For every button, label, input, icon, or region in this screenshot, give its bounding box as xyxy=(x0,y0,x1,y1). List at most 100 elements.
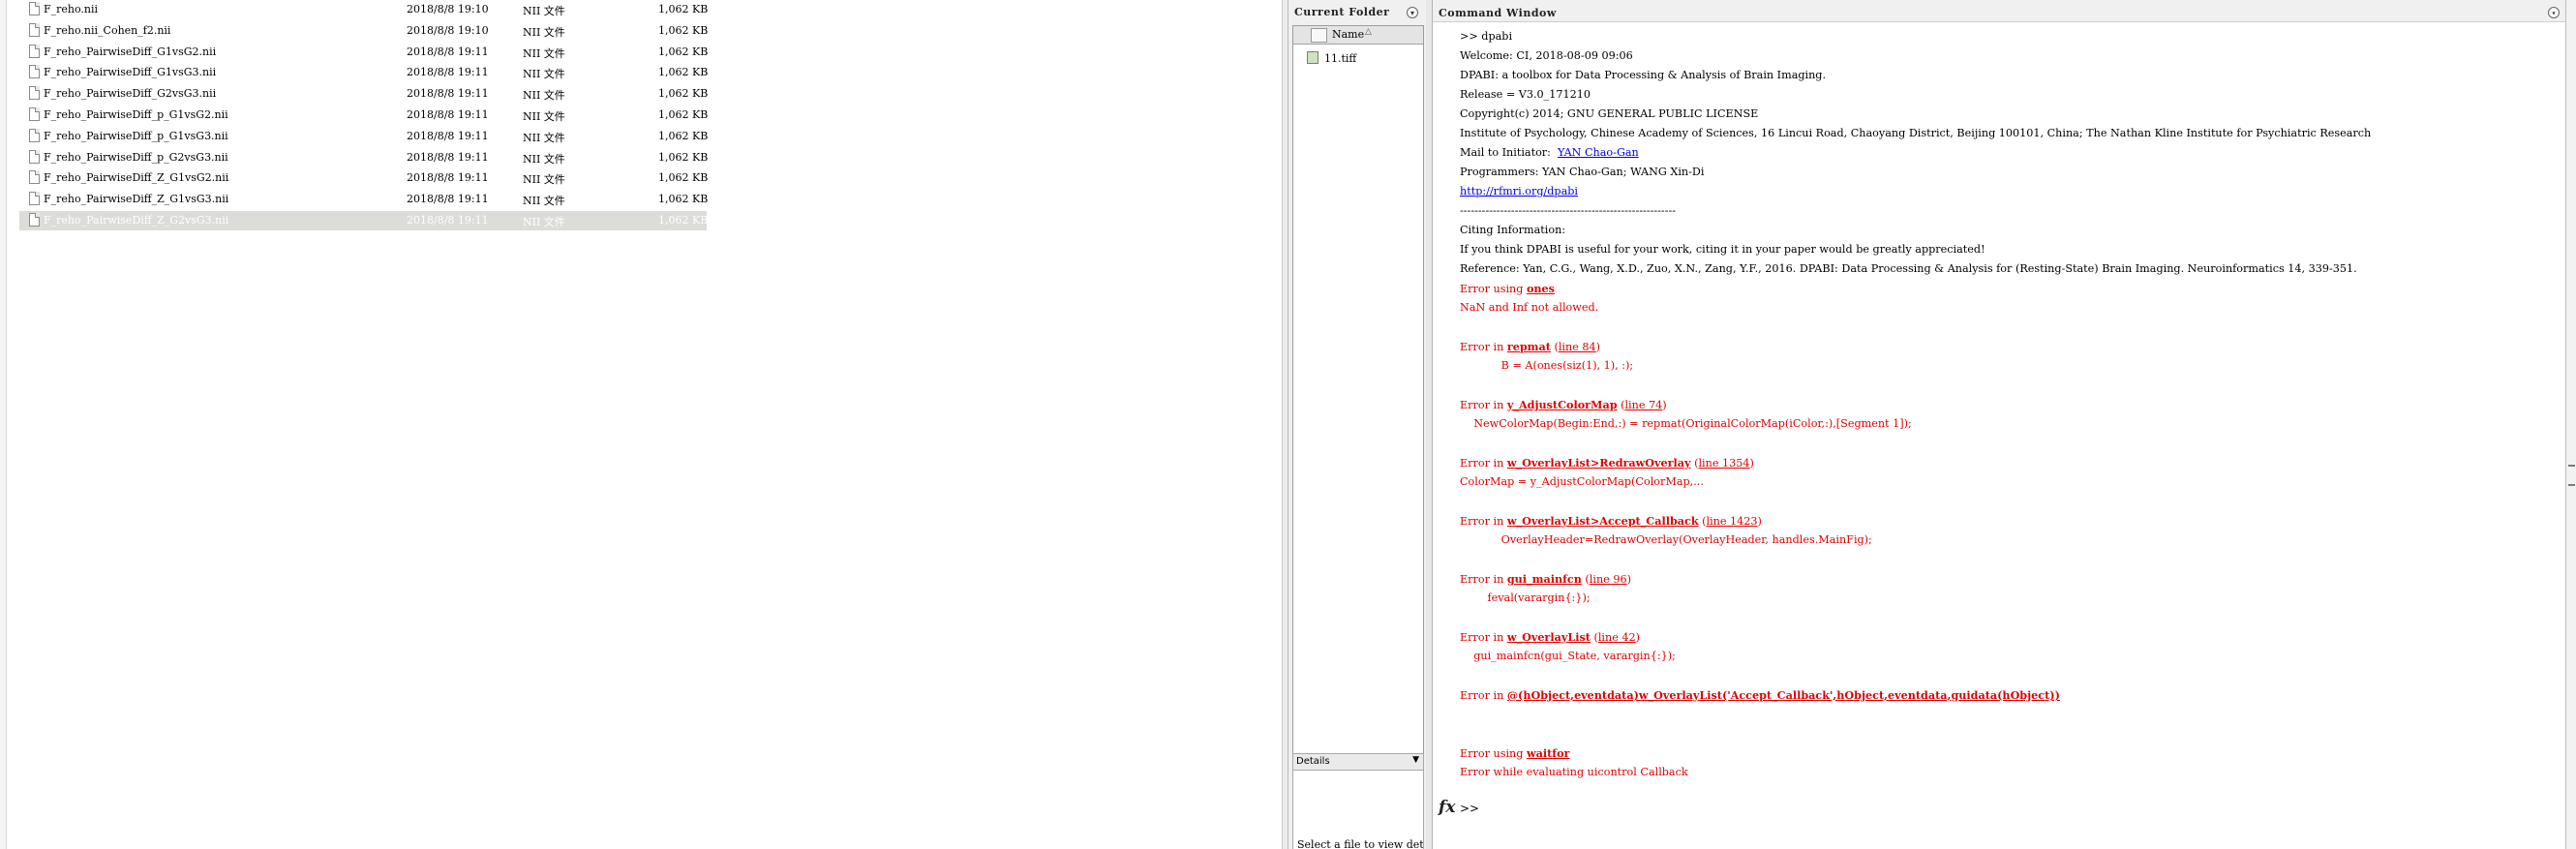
file-row[interactable]: F_reho_PairwiseDiff_G1vsG2.nii 2018/8/8 1… xyxy=(19,43,709,62)
error-line xyxy=(1460,434,2563,453)
file-size: 1,062 KB xyxy=(658,45,709,58)
sort-ascending-icon: △ xyxy=(1365,27,1372,37)
function-fx-icon[interactable]: fx xyxy=(1439,798,1455,817)
output-text: Institute of Psychology, Chinese Academy… xyxy=(1460,127,2372,139)
file-icon xyxy=(29,22,40,37)
output-link[interactable]: w_OverlayList>RedrawOverlay xyxy=(1507,456,1691,470)
current-folder-panel: Current Folder ▾ Name △ 11.tiff Details … xyxy=(1288,0,1427,849)
file-name: F_reho_PairwiseDiff_G1vsG2.nii xyxy=(44,45,217,58)
output-text: Error in xyxy=(1460,631,1507,644)
output-link[interactable]: line 74 xyxy=(1624,399,1662,411)
file-row[interactable]: F_reho_PairwiseDiff_p_G2vsG3.nii 2018/8/8… xyxy=(19,148,708,167)
output-text: ) xyxy=(1626,573,1631,586)
current-folder-item-name: 11.tiff xyxy=(1324,52,1357,65)
file-date: 2018/8/8 19:11 xyxy=(407,214,489,227)
current-folder-title: Current Folder xyxy=(1294,6,1390,18)
file-date: 2018/8/8 19:11 xyxy=(407,150,489,164)
output-link[interactable]: line 42 xyxy=(1598,631,1636,644)
details-pane: Select a file to view details xyxy=(1292,771,1424,849)
file-type: NII 文件 xyxy=(523,46,565,60)
error-line xyxy=(1460,705,2563,724)
file-row[interactable]: F_reho.nii_Cohen_f2.nii 2018/8/8 19:10 NII… xyxy=(19,21,708,41)
file-date: 2018/8/8 19:11 xyxy=(407,193,489,206)
output-text: Error in xyxy=(1460,573,1507,586)
file-size: 1,062 KB xyxy=(658,129,709,142)
output-link[interactable]: waitfor xyxy=(1527,746,1569,760)
output-link[interactable]: line 1423 xyxy=(1707,515,1758,528)
file-date: 2018/8/8 19:10 xyxy=(407,3,489,15)
scroll-marker[interactable] xyxy=(2568,465,2575,467)
command-window-titlebar: Command Window ▾ xyxy=(1433,0,2566,22)
output-text: Release = V3.0_171210 xyxy=(1460,88,1591,101)
command-prompt[interactable]: fx >> xyxy=(1433,794,2566,833)
output-text: Error in xyxy=(1460,689,1507,702)
output-link[interactable]: line 84 xyxy=(1559,341,1596,353)
output-link[interactable]: http://rfmri.org/dpabi xyxy=(1460,185,1578,197)
output-text: ( xyxy=(1698,515,1707,528)
chevron-down-icon[interactable]: ▼ xyxy=(1412,755,1419,765)
output-text: Mail to Initiator: xyxy=(1460,146,1559,159)
output-text: Error in xyxy=(1460,399,1507,411)
error-line: OverlayHeader=RedrawOverlay(OverlayHeade… xyxy=(1460,531,2563,550)
output-link[interactable]: line 96 xyxy=(1590,573,1627,586)
error-line: gui_mainfcn(gui_State, varargin{:}); xyxy=(1460,647,2563,666)
command-window-title: Command Window xyxy=(1439,7,1557,19)
file-name: F_reho_PairwiseDiff_G2vsG3.nii xyxy=(44,87,217,101)
file-name: F_reho.nii_Cohen_f2.nii xyxy=(44,23,171,37)
details-header[interactable]: Details ▼ xyxy=(1292,753,1424,771)
error-line xyxy=(1460,318,2563,337)
details-hint: Select a file to view details xyxy=(1297,838,1424,849)
file-row[interactable]: F_reho_PairwiseDiff_G1vsG3.nii 2018/8/8 1… xyxy=(19,63,708,82)
file-icon xyxy=(29,2,40,15)
output-text: B = A(ones(siz(1), 1), :); xyxy=(1460,359,1634,372)
file-row[interactable]: F_reho_PairwiseDiff_G2vsG3.nii 2018/8/8 1… xyxy=(19,84,709,104)
file-date: 2018/8/8 19:11 xyxy=(407,108,489,121)
output-line: http://rfmri.org/dpabi xyxy=(1460,182,2563,201)
output-text: Reference: Yan, C.G., Wang, X.D., Zuo, X… xyxy=(1460,262,2357,275)
output-link[interactable]: ones xyxy=(1527,282,1555,295)
output-link[interactable]: gui_mainfcn xyxy=(1507,572,1582,586)
file-row[interactable]: F_reho.nii 2018/8/8 19:10 NII 文件 1,062 KB xyxy=(19,0,709,19)
output-link[interactable]: w_OverlayList xyxy=(1507,630,1591,644)
name-column-header[interactable]: Name xyxy=(1332,28,1364,41)
command-output: >> dpabi Welcome: CI, 2018-08-09 09:06 DPA… xyxy=(1433,21,2566,810)
file-size: 1,062 KB xyxy=(658,3,709,15)
output-link[interactable]: @(hObject,eventdata)w_OverlayList('Accep… xyxy=(1507,688,2060,702)
image-file-icon xyxy=(1307,51,1318,64)
file-row[interactable]: F_reho_PairwiseDiff_Z_G2vsG3.nii 2018/8/8… xyxy=(19,211,708,230)
file-row[interactable]: F_reho_PairwiseDiff_p_G1vsG2.nii 2018/8/8… xyxy=(19,106,708,125)
output-link[interactable]: w_OverlayList>Accept_Callback xyxy=(1507,514,1699,528)
file-icon xyxy=(29,86,40,101)
file-row[interactable]: F_reho_PairwiseDiff_Z_G1vsG2.nii 2018/8/8… xyxy=(19,168,708,188)
file-row[interactable]: F_reho_PairwiseDiff_Z_G1vsG3.nii 2018/8/8… xyxy=(19,190,708,209)
error-line: Error while evaluating uicontrol Callbac… xyxy=(1460,763,2563,782)
error-line xyxy=(1460,492,2563,511)
output-link[interactable]: y_AdjustColorMap xyxy=(1507,398,1618,411)
file-date: 2018/8/8 19:11 xyxy=(407,45,489,58)
output-text: ( xyxy=(1590,631,1598,644)
file-type: NII 文件 xyxy=(523,152,565,166)
error-line: NewColorMap(Begin:End,:) = repmat(Origin… xyxy=(1460,414,2563,434)
file-size: 1,062 KB xyxy=(658,87,709,101)
output-line: Release = V3.0_171210 xyxy=(1460,85,2563,105)
explorer-left-edge xyxy=(0,0,7,849)
error-line: Error in w_OverlayList>Accept_Callback (… xyxy=(1460,511,2563,531)
file-type: NII 文件 xyxy=(523,68,565,81)
error-line: Error in w_OverlayList>RedrawOverlay (li… xyxy=(1460,453,2563,472)
error-line xyxy=(1460,666,2563,685)
file-type-column-header[interactable] xyxy=(1311,28,1327,43)
circle-down-arrow-icon[interactable]: ▾ xyxy=(1407,7,1418,18)
file-icon xyxy=(29,170,40,185)
output-link[interactable]: repmat xyxy=(1507,340,1551,353)
command-window: Command Window ▾ >> dpabi Welcome: CI, 20… xyxy=(1432,0,2567,849)
command-input[interactable] xyxy=(1479,798,2525,819)
current-folder-header[interactable]: Name △ xyxy=(1293,26,1423,45)
output-link[interactable]: YAN Chao-Gan xyxy=(1558,146,1639,159)
circle-down-arrow-icon[interactable]: ▾ xyxy=(2548,7,2560,18)
output-link[interactable]: line 1354 xyxy=(1698,457,1749,470)
scroll-marker[interactable] xyxy=(2568,484,2575,486)
error-line xyxy=(1460,550,2563,569)
error-line: B = A(ones(siz(1), 1), :); xyxy=(1460,356,2563,376)
file-row[interactable]: F_reho_PairwiseDiff_p_G1vsG3.nii 2018/8/8… xyxy=(19,127,709,146)
output-text: >> dpabi xyxy=(1460,30,1513,43)
